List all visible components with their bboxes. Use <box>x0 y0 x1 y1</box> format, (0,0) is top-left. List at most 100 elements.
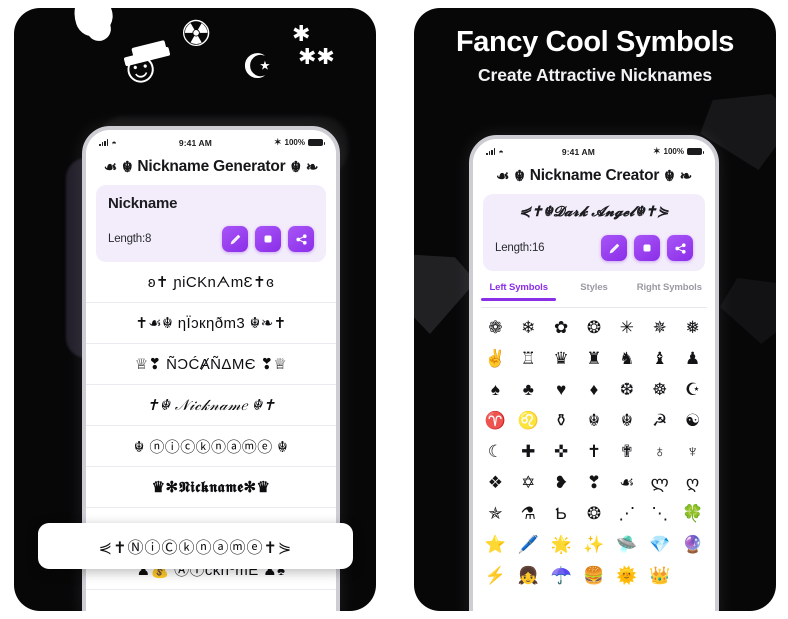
symbol-cell[interactable]: ⚱ <box>545 406 578 436</box>
symbol-cell[interactable]: ❣ <box>578 468 611 498</box>
symbol-cell[interactable]: ☾ <box>479 437 512 467</box>
list-item[interactable]: ♕❣ ÑƆĆȺÑΔΜЄ ❣♕ <box>86 344 336 385</box>
nickname-preview-panel[interactable]: Nickname Length:8 <box>96 185 326 262</box>
symbol-cell[interactable]: ☸ <box>643 375 676 405</box>
nickname-preview-panel[interactable]: ⋞✝☬𝓓𝓪𝓻𝓴 𝓐𝓷𝓰𝓮𝓵☬✝⋟ Length:16 <box>483 194 705 271</box>
bluetooth-icon: ✶ <box>652 146 661 156</box>
share-button[interactable] <box>667 235 693 261</box>
symbol-cell[interactable]: ♥ <box>545 375 578 405</box>
symbol-grid[interactable]: ❁ ❄ ✿ ❂ ✳ ✵ ❅ ✌️ ♖ ♛ ♜ ♞ ♝ ♟ ♠ ♣ ♥ ♦ ❆ ☸ ☪ ♈ ♌ ⚱ ☬ ☬ ☭ ☯ ☾ ✚ ✜ ✝ ✟ ♁ ♆ ❖ ✡ ❥ ❣… <box>473 308 715 612</box>
battery-percent: 100% <box>663 147 684 156</box>
share-button[interactable] <box>288 226 314 252</box>
symbol-cell[interactable]: ლ <box>643 468 676 498</box>
symbol-cell[interactable]: ♌ <box>512 406 545 436</box>
symbol-cell[interactable]: ❂ <box>578 499 611 529</box>
symbol-cell[interactable]: ✡ <box>512 468 545 498</box>
symbol-cell[interactable]: ✜ <box>545 437 578 467</box>
symbol-cell[interactable]: ☬ <box>578 406 611 436</box>
symbol-cell[interactable]: ♣ <box>512 375 545 405</box>
symbol-cell[interactable]: ❄ <box>512 313 545 343</box>
symbol-cell[interactable]: 🔮 <box>676 530 709 560</box>
list-item[interactable]: ✝☬ 𝒩𝒾𝒸𝓀𝓃𝒶𝓂𝑒 ☬✝ <box>86 385 336 426</box>
symbol-cell[interactable]: ☯ <box>676 406 709 436</box>
symbol-cell[interactable]: ⚡ <box>479 561 512 591</box>
app-title-bar-left: ☙ ☬ Nickname Generator ☬ ❧ <box>86 151 336 185</box>
symbol-cell[interactable]: ⭐ <box>479 530 512 560</box>
title-ornament-right-2: ❧ <box>305 159 319 176</box>
symbol-cell[interactable]: 🌞 <box>610 561 643 591</box>
symbol-cell[interactable]: ✌️ <box>479 344 512 374</box>
symbol-cell[interactable]: ✟ <box>610 437 643 467</box>
symbol-cell[interactable]: ✳ <box>610 313 643 343</box>
symbol-cell[interactable]: ☂️ <box>545 561 578 591</box>
symbol-cell[interactable]: ❂ <box>578 313 611 343</box>
symbol-cell[interactable]: ♜ <box>578 344 611 374</box>
edit-button[interactable] <box>601 235 627 261</box>
tab-label: Right Symbols <box>636 282 702 293</box>
symbol-cell[interactable]: ♦ <box>578 375 611 405</box>
symbol-cell[interactable]: ♆ <box>676 437 709 467</box>
symbol-cell[interactable]: ♈ <box>479 406 512 436</box>
symbol-cell[interactable]: ✿ <box>545 313 578 343</box>
symbol-cell[interactable]: ❁ <box>479 313 512 343</box>
signal-bars-icon <box>486 148 496 155</box>
symbol-cell[interactable]: 🌟 <box>545 530 578 560</box>
app-title-text: Nickname Creator <box>529 167 660 184</box>
tab-styles[interactable]: Styles <box>556 282 631 307</box>
symbol-cell[interactable]: ⋱ <box>643 499 676 529</box>
symbol-cell[interactable]: 💎 <box>643 530 676 560</box>
symbol-cell[interactable]: ✚ <box>512 437 545 467</box>
highlighted-nickname-row[interactable]: ⋞✝ⓃⓘⒸⓚⓝⓐⓜⓔ✝⋟ <box>38 523 353 569</box>
symbol-cell[interactable]: ✵ <box>643 313 676 343</box>
symbol-cell[interactable]: ⋰ <box>610 499 643 529</box>
symbol-cell[interactable]: ♛ <box>545 344 578 374</box>
symbol-cell[interactable]: ♟ <box>676 344 709 374</box>
edit-button[interactable] <box>222 226 248 252</box>
symbol-cell[interactable]: ☭ <box>643 406 676 436</box>
white-blob-decoration <box>68 8 118 41</box>
nickname-input[interactable]: Nickname <box>108 195 314 214</box>
symbol-cell[interactable]: ✯ <box>479 499 512 529</box>
symbol-cell[interactable]: ✨ <box>578 530 611 560</box>
symbol-cell[interactable]: ღ <box>676 468 709 498</box>
symbol-cell[interactable]: ♁ <box>643 437 676 467</box>
symbol-cell[interactable]: ♖ <box>512 344 545 374</box>
symbol-cell[interactable]: Ƅ <box>545 499 578 529</box>
symbol-cell[interactable]: 🖊️ <box>512 530 545 560</box>
symbol-cell[interactable]: ❅ <box>676 313 709 343</box>
symbol-cell[interactable]: ✝ <box>578 437 611 467</box>
list-item[interactable]: ♛✻𝕹𝖎𝖈𝖐𝖓𝖆𝖒𝖊✻♛ <box>86 467 336 508</box>
symbol-cell[interactable]: ❆ <box>610 375 643 405</box>
tab-right-symbols[interactable]: Right Symbols <box>632 282 707 307</box>
tab-label: Styles <box>580 282 608 293</box>
symbol-cell[interactable]: ♝ <box>643 344 676 374</box>
symbol-cell[interactable]: 🍀 <box>676 499 709 529</box>
symbol-cell[interactable]: ⚗ <box>512 499 545 529</box>
title-ornament-left-2: ☬ <box>514 168 525 185</box>
symbol-cell[interactable]: 🛸 <box>610 530 643 560</box>
list-item[interactable]: ʚ✝ ɲiCKnᗅmƐ✝ɞ <box>86 262 336 303</box>
title-ornament-left-2: ☬ <box>121 159 133 176</box>
list-item[interactable]: ✝☙☬ ƞÏɔкƞðm3 ☬❧✝ <box>86 303 336 344</box>
star-and-crescent-icon: ☪ <box>242 48 273 86</box>
symbol-cell[interactable]: ❥ <box>545 468 578 498</box>
symbol-cell[interactable]: 👧 <box>512 561 545 591</box>
symbol-cell[interactable]: ☙ <box>610 468 643 498</box>
symbol-cell[interactable]: ♠ <box>479 375 512 405</box>
symbol-cell[interactable]: 👑 <box>643 561 676 591</box>
copy-button[interactable] <box>634 235 660 261</box>
tab-left-symbols[interactable]: Left Symbols <box>481 282 557 307</box>
list-item[interactable]: ☬ ⓝⓘⓒⓚⓝⓐⓜⓔ ☬ <box>86 426 336 467</box>
bluetooth-icon: ✶ <box>273 137 282 147</box>
symbol-cell[interactable]: 🍔 <box>578 561 611 591</box>
symbol-cell[interactable]: ♞ <box>610 344 643 374</box>
copy-button[interactable] <box>255 226 281 252</box>
symbol-cell[interactable]: ❖ <box>479 468 512 498</box>
nickname-input[interactable]: ⋞✝☬𝓓𝓪𝓻𝓴 𝓐𝓷𝓰𝓮𝓵☬✝⋟ <box>495 204 693 223</box>
symbol-cell[interactable]: ☪ <box>676 375 709 405</box>
symbol-category-tabs: Left Symbols Styles Right Symbols <box>481 282 707 308</box>
wifi-icon: ◓ <box>498 146 504 157</box>
symbol-cell[interactable]: ☬ <box>610 406 643 436</box>
radiation-symbol-icon: ☢ <box>180 13 213 54</box>
status-bar: ◓ 9:41 AM ✶ 100% <box>86 130 336 151</box>
